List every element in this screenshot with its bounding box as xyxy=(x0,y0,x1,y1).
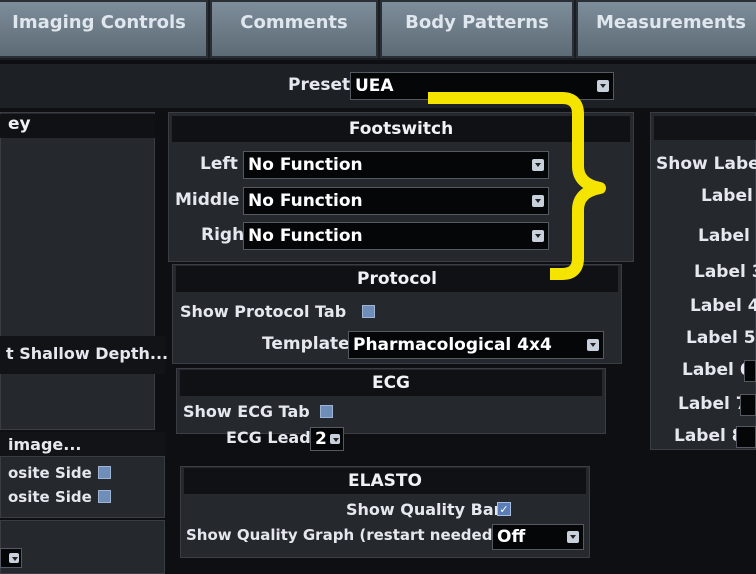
ecg-title: ECG xyxy=(180,370,602,396)
yellow-brace-annotation xyxy=(428,92,606,280)
chevron-down-icon xyxy=(9,553,19,563)
label-4: Label 4 xyxy=(690,296,756,316)
left-bottom-panel xyxy=(0,520,165,574)
tab-body-patterns[interactable]: Body Patterns xyxy=(380,0,574,58)
preset-value: UEA xyxy=(355,76,394,96)
opposite-side-checkbox-2[interactable] xyxy=(98,490,111,503)
ecg-lead-value: 2 xyxy=(315,429,327,449)
preset-label: Preset xyxy=(288,75,351,95)
label-8-field[interactable] xyxy=(736,426,756,448)
label-8: Label 8 xyxy=(674,426,744,446)
show-protocol-tab-checkbox[interactable] xyxy=(362,305,375,318)
template-label: Template xyxy=(262,334,350,354)
show-ecg-tab-label: Show ECG Tab xyxy=(183,402,310,421)
footswitch-left-label: Left xyxy=(200,154,238,174)
label-5: Label 5 xyxy=(686,328,756,348)
footswitch-middle-label: Middle xyxy=(175,190,240,210)
labels-panel-header xyxy=(654,116,756,140)
show-quality-bar-label: Show Quality Bar xyxy=(346,500,502,519)
quality-graph-value: Off xyxy=(497,527,526,547)
opposite-side-label-1: osite Side xyxy=(8,464,92,482)
label-1: Label xyxy=(701,186,753,206)
image-label: image... xyxy=(8,435,82,454)
left-bottom-dropdown[interactable] xyxy=(0,548,22,568)
tab-imaging-controls[interactable]: Imaging Controls xyxy=(0,0,208,58)
label-6: Label 6 xyxy=(682,360,752,380)
show-protocol-tab-label: Show Protocol Tab xyxy=(180,302,347,321)
tab-measurements[interactable]: Measurements xyxy=(576,0,756,58)
left-panel-title: ey xyxy=(0,114,155,138)
opposite-side-checkbox-1[interactable] xyxy=(98,466,111,479)
chevron-down-icon xyxy=(587,339,599,351)
label-6-field[interactable] xyxy=(744,360,756,382)
show-labels-label: Show Labe xyxy=(656,154,756,174)
label-2: Label 2 xyxy=(698,226,756,246)
label-7: Label 7 xyxy=(678,394,748,414)
template-value: Pharmacological 4x4 xyxy=(353,335,552,355)
tab-comments[interactable]: Comments xyxy=(210,0,378,58)
template-dropdown[interactable]: Pharmacological 4x4 xyxy=(348,331,604,359)
footswitch-middle-value: No Function xyxy=(248,191,363,211)
show-quality-graph-label: Show Quality Graph (restart needed) xyxy=(186,526,500,544)
ecg-lead-label: ECG Lead xyxy=(226,428,311,447)
left-panel xyxy=(0,112,155,430)
elasto-title: ELASTO xyxy=(184,468,586,494)
label-7-field[interactable] xyxy=(740,394,756,416)
chevron-down-icon xyxy=(330,434,340,444)
footswitch-left-value: No Function xyxy=(248,155,363,175)
label-3: Label 3 xyxy=(694,262,756,282)
show-ecg-tab-checkbox[interactable] xyxy=(320,405,333,418)
chevron-down-icon xyxy=(567,531,579,543)
footswitch-right-value: No Function xyxy=(248,226,363,246)
ecg-lead-dropdown[interactable]: 2 xyxy=(310,427,344,451)
opposite-side-label-2: osite Side xyxy=(8,488,92,506)
show-quality-bar-checkbox[interactable]: ✓ xyxy=(497,502,511,516)
quality-graph-dropdown[interactable]: Off xyxy=(492,524,584,550)
shallow-depth-label: t Shallow Depth... xyxy=(6,344,169,363)
